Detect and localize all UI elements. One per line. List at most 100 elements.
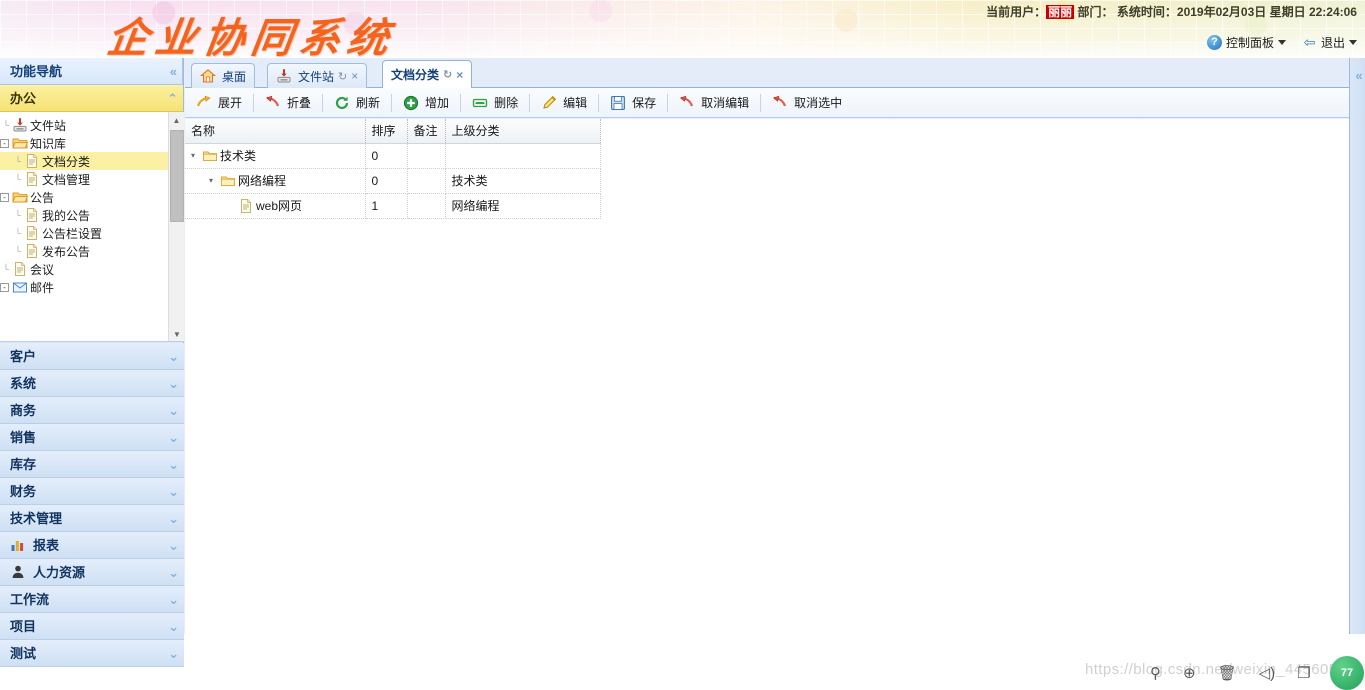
sidebar-group-1[interactable]: 客户 ⌄ bbox=[0, 343, 184, 370]
grid-row[interactable]: web网页 1 网络编程 bbox=[185, 193, 601, 219]
tree-item-7[interactable]: └ 公告栏设置 bbox=[0, 224, 168, 242]
grid-cell-sort[interactable]: 0 bbox=[365, 168, 408, 194]
sidebar-tree-scrollbar[interactable]: ▲ ▼ bbox=[168, 112, 184, 341]
tree-item-8[interactable]: └ 发布公告 bbox=[0, 242, 168, 260]
chevron-down-icon[interactable]: ⌄ bbox=[168, 640, 179, 667]
row-expander-icon[interactable]: ▾ bbox=[209, 176, 220, 185]
tree-toggle-icon[interactable]: - bbox=[0, 138, 9, 148]
tree-item-5[interactable]: - 公告 bbox=[0, 188, 168, 206]
tab-close-icon[interactable]: × bbox=[456, 68, 463, 82]
tree-item-3[interactable]: └ 文档分类 bbox=[0, 152, 168, 170]
chevron-down-icon[interactable]: ⌄ bbox=[168, 343, 179, 370]
sidebar-group-11[interactable]: 项目 ⌄ bbox=[0, 613, 184, 640]
tree-item-10[interactable]: - 邮件 bbox=[0, 278, 168, 296]
grid-cell-name[interactable]: ▾ 网络编程 bbox=[185, 168, 366, 194]
chevron-down-icon[interactable]: ⌄ bbox=[168, 478, 179, 505]
chevron-down-icon[interactable]: ⌄ bbox=[168, 451, 179, 478]
right-panel-collapse-button[interactable]: « bbox=[1349, 58, 1365, 634]
tab-2[interactable]: 文件站 ↻ × bbox=[267, 63, 368, 88]
document-icon bbox=[24, 243, 40, 259]
scroll-down-button[interactable]: ▼ bbox=[169, 326, 184, 341]
tab-close-icon[interactable]: × bbox=[351, 69, 358, 83]
sidebar-group-9[interactable]: 人力资源 ⌄ bbox=[0, 559, 184, 586]
toolbar-button-6[interactable]: 编辑 bbox=[532, 91, 596, 115]
tree-item-9[interactable]: └ 会议 bbox=[0, 260, 168, 278]
tree-item-6[interactable]: └ 我的公告 bbox=[0, 206, 168, 224]
tree-item-label: 文档分类 bbox=[42, 154, 91, 169]
tab-label: 文件站 bbox=[298, 69, 335, 84]
chevron-down-icon[interactable]: ⌄ bbox=[168, 586, 179, 613]
chevron-down-icon[interactable]: ⌄ bbox=[168, 370, 179, 397]
sidebar-group-4[interactable]: 销售 ⌄ bbox=[0, 424, 184, 451]
row-expander-icon[interactable]: ▾ bbox=[191, 151, 202, 160]
window-icon[interactable]: ❐ bbox=[1297, 664, 1310, 682]
sidebar-group-7[interactable]: 技术管理 ⌄ bbox=[0, 505, 184, 532]
chevron-down-icon[interactable]: ⌄ bbox=[168, 532, 179, 559]
grid-column-header-1[interactable]: 名称 bbox=[185, 119, 366, 144]
tree-item-1[interactable]: └ 文件站 bbox=[0, 116, 168, 134]
grid-column-header-4[interactable]: 上级分类 bbox=[445, 119, 601, 144]
sidebar-group-3[interactable]: 商务 ⌄ bbox=[0, 397, 184, 424]
toolbar-separator bbox=[667, 93, 669, 112]
floating-badge[interactable]: 77 bbox=[1330, 656, 1364, 690]
sidebar-group-2[interactable]: 系统 ⌄ bbox=[0, 370, 184, 397]
toolbar-button-1[interactable]: 展开 bbox=[187, 91, 251, 115]
grid-cell-name[interactable]: web网页 bbox=[185, 193, 366, 219]
chevron-down-icon[interactable]: ⌄ bbox=[168, 559, 179, 586]
grid-cell-note[interactable] bbox=[407, 193, 446, 219]
trash-icon[interactable]: 🗑 bbox=[1218, 664, 1237, 682]
grid-cell-parent[interactable]: 网络编程 bbox=[445, 193, 601, 219]
toolbar-button-5[interactable]: 删除 bbox=[463, 91, 527, 115]
chevron-down-icon[interactable]: ⌄ bbox=[168, 397, 179, 424]
toolbar-button-2[interactable]: 折叠 bbox=[256, 91, 320, 115]
scrollbar-thumb[interactable] bbox=[170, 130, 184, 222]
control-panel-button[interactable]: ? 控制面板 bbox=[1206, 34, 1286, 51]
chevron-down-icon[interactable]: ⌄ bbox=[168, 424, 179, 451]
volume-icon[interactable]: ◁) bbox=[1259, 664, 1276, 682]
grid-cell-note[interactable] bbox=[407, 143, 446, 169]
grid-cell-parent[interactable] bbox=[445, 143, 601, 169]
tab-refresh-icon[interactable]: ↻ bbox=[443, 68, 452, 81]
tree-item-2[interactable]: - 知识库 bbox=[0, 134, 168, 152]
tab-refresh-icon[interactable]: ↻ bbox=[338, 70, 347, 83]
sidebar-group-label: 商务 bbox=[10, 402, 37, 418]
chevron-down-icon[interactable]: ⌄ bbox=[168, 505, 179, 532]
toolbar-button-label: 增加 bbox=[425, 96, 450, 110]
toolbar-button-label: 展开 bbox=[218, 96, 243, 110]
folder-open-icon bbox=[12, 135, 28, 151]
toolbar-button-9[interactable]: 取消选中 bbox=[763, 91, 851, 115]
tree-toggle-icon[interactable]: - bbox=[0, 282, 9, 292]
grid-cell-parent[interactable]: 技术类 bbox=[445, 168, 601, 194]
grid-cell-name[interactable]: ▾ 技术类 bbox=[185, 143, 366, 169]
grid-cell-note[interactable] bbox=[407, 168, 446, 194]
grid-cell-sort[interactable]: 0 bbox=[365, 143, 408, 169]
sidebar-group-office[interactable]: 办公 ⌃ bbox=[0, 85, 183, 112]
sidebar-group-6[interactable]: 财务 ⌄ bbox=[0, 478, 184, 505]
sidebar-group-12[interactable]: 测试 ⌄ bbox=[0, 640, 184, 667]
tab-3[interactable]: 文档分类 ↻ × bbox=[382, 60, 473, 88]
tab-1[interactable]: 桌面 bbox=[191, 63, 256, 88]
chevron-up-icon[interactable]: ⌃ bbox=[167, 85, 178, 112]
grid-cell-sort[interactable]: 1 bbox=[365, 193, 408, 219]
logout-button[interactable]: ⇦ 退出 bbox=[1302, 34, 1357, 51]
toolbar-button-7[interactable]: 保存 bbox=[601, 91, 665, 115]
toolbar-button-8[interactable]: 取消编辑 bbox=[670, 91, 758, 115]
chevron-down-icon[interactable]: ⌄ bbox=[168, 613, 179, 640]
grid-row[interactable]: ▾ 网络编程 0 技术类 bbox=[185, 168, 601, 194]
sidebar-group-10[interactable]: 工作流 ⌄ bbox=[0, 586, 184, 613]
grid-column-header-2[interactable]: 排序 bbox=[365, 119, 408, 144]
tree-item-4[interactable]: └ 文档管理 bbox=[0, 170, 168, 188]
sidebar-collapse-icon[interactable]: « bbox=[170, 58, 177, 85]
tab-label: 桌面 bbox=[222, 69, 247, 84]
sidebar-group-5[interactable]: 库存 ⌄ bbox=[0, 451, 184, 478]
screenshot-icon[interactable]: ⊕ bbox=[1183, 664, 1196, 682]
toolbar-separator bbox=[253, 93, 255, 112]
toolbar-button-4[interactable]: 增加 bbox=[394, 91, 458, 115]
toolbar-button-3[interactable]: 刷新 bbox=[325, 91, 389, 115]
pin-icon[interactable]: ⚲ bbox=[1150, 664, 1161, 682]
sidebar-group-8[interactable]: 报表 ⌄ bbox=[0, 532, 184, 559]
tree-toggle-icon[interactable]: - bbox=[0, 192, 9, 202]
scroll-up-button[interactable]: ▲ bbox=[169, 112, 184, 128]
grid-column-header-3[interactable]: 备注 bbox=[407, 119, 446, 144]
grid-row[interactable]: ▾ 技术类 0 bbox=[185, 143, 601, 169]
